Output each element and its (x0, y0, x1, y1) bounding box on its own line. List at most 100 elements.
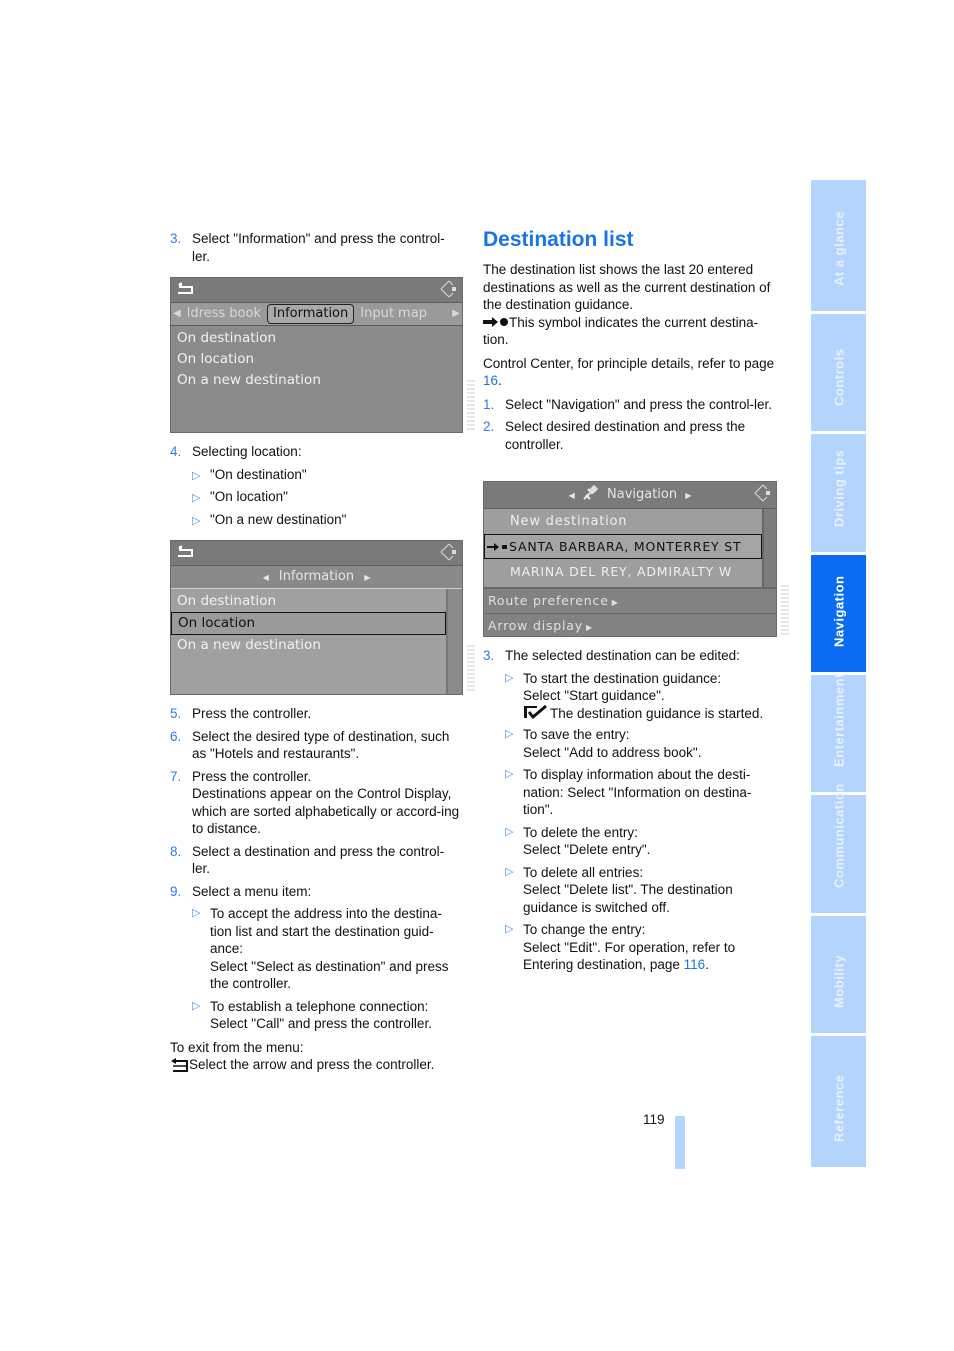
side-tab-controls[interactable]: Controls (811, 314, 866, 431)
current-destination-icon (483, 316, 508, 327)
bullet-list: ▷ "On destination" ▷ "On location" ▷ "On a … (170, 466, 465, 534)
bullet-item: ▷ "On destination" (192, 466, 465, 489)
step-text: Selecting location: (192, 444, 302, 459)
controller-icon (440, 543, 456, 561)
triangle-bullet-icon: ▷ (505, 865, 514, 878)
controller-icon (440, 280, 456, 298)
side-tab-reference[interactable]: Reference (811, 1036, 866, 1167)
screen-top-bar (171, 541, 462, 566)
list-item-selected[interactable]: SANTA BARBARA, MONTERREY ST (484, 534, 762, 559)
screen-top-bar (171, 278, 462, 303)
menu-item[interactable]: On a new destination (171, 635, 446, 656)
image-code (467, 380, 475, 430)
page-marker-bar (675, 1116, 685, 1169)
step-number: 4. (170, 444, 182, 459)
bullet-item: ▷ To display information about the desti… (505, 767, 752, 817)
bullet-item: ▷ To delete all entries: Select "Delete l… (505, 864, 733, 915)
current-destination-icon (487, 543, 507, 551)
submenu-arrow-icon: ▶ (585, 623, 593, 632)
section-heading: Destination list (483, 228, 634, 251)
step-6: 6. Select the desired type of destinatio… (170, 728, 450, 762)
bullet-list: ▷ To start the destination guidance: Sel… (483, 670, 783, 974)
side-tab-entertainment[interactable]: Entertainment (811, 673, 866, 792)
triangle-bullet-icon: ▷ (192, 999, 201, 1012)
tab-input-map[interactable]: Input map (354, 305, 433, 323)
triangle-bullet-icon: ▷ (192, 514, 201, 527)
exit-instruction: Select the arrow and press the controlle… (170, 1056, 465, 1074)
screen-title-bar: ◀ Information ▶ (171, 566, 462, 589)
triangle-bullet-icon: ▷ (505, 825, 514, 838)
step-1: 1. Select "Navigation" and press the con… (483, 396, 772, 412)
destination-list: New destination SANTA BARBARA, MONTERREY… (484, 509, 764, 587)
menu-route-preference[interactable]: Route preference ▶ (484, 587, 776, 614)
title-left-arrow-icon[interactable]: ◀ (263, 573, 269, 582)
symbol-paragraph: This symbol indicates the current destin… (483, 314, 759, 347)
screen-title: Information (278, 569, 355, 584)
bullet-list: ▷ To accept the address into the destina… (170, 905, 465, 1033)
back-arrow-icon[interactable] (177, 281, 195, 296)
side-tab-navigation[interactable]: Navigation (811, 555, 866, 672)
title-right-arrow-icon[interactable]: ▶ (685, 491, 691, 500)
step-8: 8. Select a destination and press the co… (170, 843, 445, 877)
title-right-arrow-icon[interactable]: ▶ (364, 573, 370, 582)
side-tab-communication[interactable]: Communication (811, 783, 866, 913)
bullet-item: ▷ To accept the address into the destina… (192, 906, 449, 991)
bullet-item: ▷ To change the entry: Select "Edit". For… (505, 922, 736, 972)
menu-item[interactable]: On a new destination (171, 370, 462, 391)
satellite-icon (583, 484, 599, 500)
step-3: 3. The selected destination can be edite… (483, 648, 740, 663)
menu-item[interactable]: On destination (171, 591, 446, 612)
bullet-item: ▷ "On location" (192, 488, 465, 511)
tab-information[interactable]: Information (267, 304, 355, 324)
step-9: 9. Select a menu item: (170, 883, 312, 899)
step-3: 3. Select "Information" and press the co… (170, 230, 465, 265)
steps-5-9: 5. Press the controller. 6. Select the d… (170, 705, 465, 1074)
menu-item[interactable]: On location (171, 349, 462, 370)
tab-left-arrow-icon[interactable]: ◀ (171, 305, 181, 323)
page-link[interactable]: 116 (684, 957, 706, 972)
menu-item[interactable]: On destination (171, 328, 462, 349)
step-number: 3. (170, 231, 182, 246)
tab-right-arrow-icon[interactable]: ▶ (452, 305, 462, 323)
triangle-bullet-icon: ▷ (505, 923, 514, 935)
step-2: 2. Select desired destination and press … (483, 419, 746, 452)
triangle-bullet-icon: ▷ (505, 728, 514, 740)
list-item[interactable]: MARINA DEL REY, ADMIRALTY W (484, 559, 762, 584)
step-text: Select "Information" and press the contr… (192, 231, 445, 264)
menu-item-selected[interactable]: On location (171, 612, 446, 635)
page-link[interactable]: 16 (483, 373, 498, 388)
guidance-started-icon (524, 704, 547, 719)
menu-list: On destination On location On a new dest… (171, 589, 448, 694)
step-5: 5. Press the controller. (170, 706, 312, 721)
title-left-arrow-icon[interactable]: ◀ (569, 491, 575, 500)
menu-list: On destination On location On a new dest… (171, 326, 462, 391)
controller-icon (754, 484, 770, 502)
tab-bar: ◀ ldress book Information Input map ▶ (171, 303, 462, 326)
menu-arrow-display[interactable]: Arrow display ▶ (484, 614, 776, 636)
bullet-item: ▷ "On a new destination" (192, 511, 465, 534)
triangle-bullet-icon: ▷ (505, 671, 514, 684)
screen-title-bar: ◀ Navigation ▶ (484, 482, 776, 509)
page-number: 119 (643, 1112, 665, 1127)
side-tab-at-a-glance[interactable]: At a glance (811, 180, 866, 311)
screen-title: Navigation (607, 487, 678, 502)
back-arrow-icon (171, 1057, 188, 1072)
back-arrow-icon[interactable] (177, 544, 195, 559)
submenu-arrow-icon: ▶ (611, 598, 619, 607)
step-7: 7. Press the controller. Destinations ap… (170, 768, 460, 837)
list-item-new-destination[interactable]: New destination (484, 509, 762, 534)
image-code (781, 585, 789, 635)
bullet-item: ▷ To delete the entry: Select "Delete ent… (505, 824, 651, 858)
side-tab-driving-tips[interactable]: Driving tips (811, 434, 866, 552)
image-code (467, 645, 475, 693)
destination-list-section: Destination list The destination list sh… (483, 228, 783, 453)
triangle-bullet-icon: ▷ (192, 492, 201, 504)
tab-address-book[interactable]: ldress book (181, 305, 267, 323)
side-tab-mobility[interactable]: Mobility (811, 916, 866, 1033)
triangle-bullet-icon: ▷ (505, 768, 514, 780)
bullet-item: ▷ To start the destination guidance: Sel… (505, 670, 764, 721)
screen-information-tabs: ◀ ldress book Information Input map ▶ On… (170, 277, 463, 433)
triangle-bullet-icon: ▷ (192, 907, 201, 919)
triangle-bullet-icon: ▷ (192, 469, 201, 482)
bullet-item: ▷ To save the entry: Select "Add to addre… (505, 727, 702, 760)
